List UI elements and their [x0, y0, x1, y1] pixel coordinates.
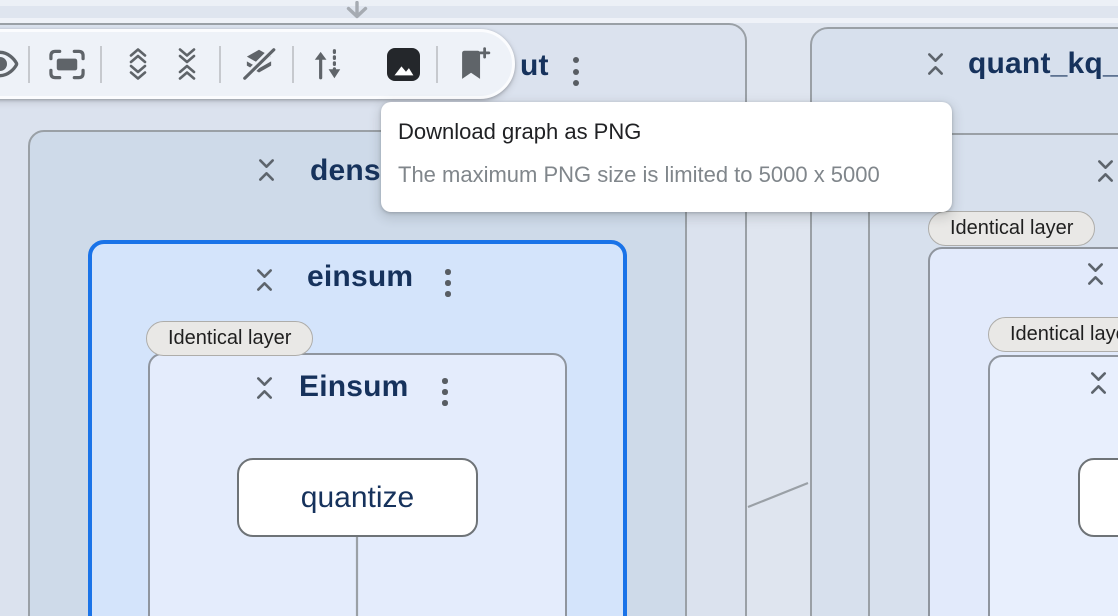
bookmark-add-icon[interactable] [452, 42, 496, 86]
canvas-gap-band [0, 18, 1118, 23]
identical-layer-badge-label: Identical layer [168, 327, 291, 350]
tooltip-title: Download graph as PNG [398, 119, 641, 145]
identical-layer-badge-label: Identical layer [1010, 323, 1118, 346]
collapse-layer-icon[interactable] [1088, 369, 1109, 397]
identical-layer-badge: Identical layer [146, 321, 313, 356]
toolbar-separator [292, 46, 294, 83]
collapse-layer-icon[interactable] [1085, 260, 1106, 288]
identical-layer-badge: Identical layer [988, 317, 1118, 352]
tooltip-subtitle: The maximum PNG size is limited to 5000 … [398, 162, 880, 188]
eye-icon[interactable] [0, 42, 22, 86]
collapse-layer-icon[interactable] [254, 374, 275, 402]
download-png-tooltip: Download graph as PNG The maximum PNG si… [381, 102, 952, 212]
layer-menu-icon[interactable] [440, 376, 450, 408]
arrows-vertical-icon[interactable] [305, 42, 349, 86]
image-icon-tile [387, 48, 420, 81]
collapse-layer-icon[interactable] [1095, 157, 1116, 185]
collapse-all-icon[interactable] [165, 42, 209, 86]
toolbar-separator [28, 46, 30, 83]
layer-title-dense[interactable]: dens [310, 152, 381, 190]
layer-title-quant[interactable]: quant_kq_ [968, 45, 1118, 83]
op-node-quantize[interactable]: quantize [237, 458, 478, 537]
image-icon[interactable] [381, 42, 425, 86]
toolbar-separator [436, 46, 438, 83]
layer-menu-icon[interactable] [571, 55, 581, 88]
op-node-label: quantize [301, 481, 414, 515]
layer-title-einsum[interactable]: einsum [307, 258, 413, 296]
op-node-right[interactable] [1078, 458, 1118, 537]
layers-off-icon[interactable] [237, 42, 281, 86]
identical-layer-badge: Identical layer [928, 211, 1095, 246]
toolbar-separator [219, 46, 221, 83]
edge-arrowhead-down-icon [344, 1, 370, 19]
collapse-layer-icon[interactable] [925, 50, 946, 78]
layer-title-einsum-inner[interactable]: Einsum [299, 368, 409, 406]
identical-layer-badge-label: Identical layer [950, 217, 1073, 240]
expand-all-icon[interactable] [116, 42, 160, 86]
toolbar-separator [100, 46, 102, 83]
canvas-top-band [0, 0, 1118, 6]
collapse-layer-icon[interactable] [256, 156, 277, 184]
layer-menu-icon[interactable] [443, 267, 453, 299]
collapse-layer-icon[interactable] [254, 266, 275, 294]
model-graph-canvas[interactable]: ut dens einsum Identical layer Einsum qu… [0, 0, 1118, 616]
fit-screen-icon[interactable] [45, 42, 89, 86]
layer-title-outer-left[interactable]: ut [520, 47, 549, 85]
